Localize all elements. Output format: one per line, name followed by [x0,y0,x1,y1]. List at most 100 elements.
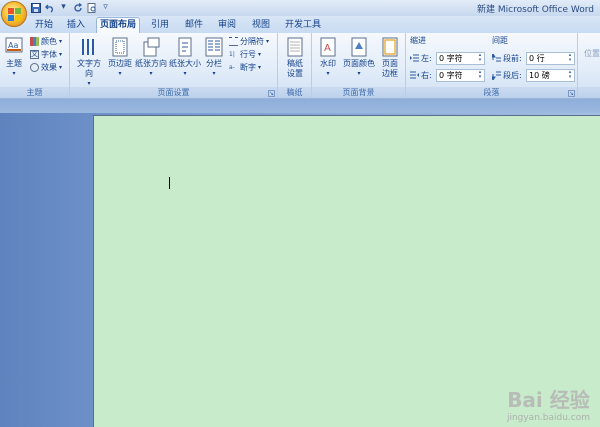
page-size-icon [176,37,194,57]
title-bar: ▾ ▿ 新建 Microsoft Office Word [0,0,600,16]
margins-icon [111,37,129,57]
spinner-arrows-icon[interactable]: ▴ ▾ [477,70,483,81]
indent-right-label: 右: [421,71,432,80]
tab-developer[interactable]: 开发工具 [282,18,324,33]
office-logo-icon [8,8,21,21]
watermark-button[interactable]: A 水印 ▾ [317,37,339,79]
font-a-icon: 文 [30,50,39,59]
position-label: 位置 [584,49,600,58]
customize-qat-icon[interactable]: ▿ [100,2,111,13]
spinner-arrows-icon[interactable]: ▴ ▾ [477,53,483,64]
manuscript-settings-button[interactable]: 稿纸 设置 [283,37,307,79]
theme-fonts-button[interactable]: 文 字体 ▾ [30,49,62,60]
text-direction-label: 文字方向 [77,59,101,78]
indent-left-label: 左: [421,54,432,63]
theme-colors-button[interactable]: 颜色 ▾ [30,36,62,47]
hyphenation-button[interactable]: a- 断字 ▾ [229,62,261,73]
manuscript-icon [286,37,304,57]
breaks-label: 分隔符 [240,37,264,46]
redo-icon[interactable] [72,2,83,13]
spacing-after-input[interactable]: 10 磅 ▴ ▾ [526,69,575,82]
text-direction-button[interactable]: 文字方向 ▾ [74,37,104,89]
watermark-sub-text: jingyan.baidu.com [506,413,590,423]
document-workspace: Bai 经验 jingyan.baidu.com [0,99,600,427]
group-label-page-background: 页面背景 [312,87,405,98]
watermark-icon: A [319,37,337,57]
themes-button[interactable]: Aa 主题 ▾ [3,37,25,79]
spinner-arrows-icon[interactable]: ▴ ▾ [567,70,573,81]
columns-button[interactable]: 分栏 ▾ [204,37,224,79]
page-borders-icon [381,37,399,57]
spinner-arrows-icon[interactable]: ▴ ▾ [567,53,573,64]
spacing-after-icon [490,71,501,81]
indent-right-input[interactable]: 0 字符 ▴ ▾ [436,69,485,82]
group-page-setup: 文字方向 ▾ 页边距 ▾ 纸张方向 ▾ 纸张大小 ▾ 分栏 ▾ 分隔符 ▾ 1|… [70,33,278,98]
save-icon[interactable] [30,2,41,13]
theme-effects-button[interactable]: 效果 ▾ [30,62,62,73]
tab-references[interactable]: 引用 [146,18,174,33]
margins-label: 页边距 [108,59,132,68]
page-color-button[interactable]: 页面颜色 ▾ [342,37,376,79]
spacing-before-icon [490,53,501,63]
spacing-after-label-row: 段后: [490,70,522,81]
spacing-after-value: 10 磅 [529,71,550,80]
line-numbers-icon: 1| [229,51,235,58]
tab-mailings[interactable]: 邮件 [180,18,208,33]
ribbon: Aa 主题 ▾ 颜色 ▾ 文 字体 ▾ 效果 ▾ 主题 文字方向 ▾ 页边距 ▾… [0,33,600,99]
spacing-after-label: 段后: [503,71,522,80]
tab-page-layout[interactable]: 页面布局 [96,17,140,33]
indent-left-label-row: 左: [410,53,432,64]
office-button[interactable] [1,1,27,27]
group-themes: Aa 主题 ▾ 颜色 ▾ 文 字体 ▾ 效果 ▾ 主题 [0,33,70,98]
orientation-label: 纸张方向 [135,59,167,68]
spacing-before-input[interactable]: 0 行 ▴ ▾ [526,52,575,65]
text-cursor [169,177,170,189]
page-setup-dialog-launcher-icon[interactable]: ↘ [268,90,275,97]
print-preview-icon[interactable] [86,2,97,13]
page-color-icon [350,37,368,57]
effects-icon [30,63,39,72]
theme-fonts-label: 字体 [41,50,57,59]
svg-text:Aa: Aa [8,41,18,50]
group-arrange: 位置 [578,33,600,98]
indent-right-label-row: 右: [410,70,432,81]
line-numbers-label: 行号 [240,50,256,59]
document-page[interactable]: Bai 经验 jingyan.baidu.com [93,115,600,427]
tab-home[interactable]: 开始 [30,18,58,33]
themes-label: 主题 [6,59,22,68]
breaks-button[interactable]: 分隔符 ▾ [229,36,269,47]
position-button[interactable]: 位置 [582,49,600,59]
line-numbers-button[interactable]: 1| 行号 ▾ [229,49,261,60]
tab-insert[interactable]: 插入 [62,18,90,33]
page-borders-button[interactable]: 页面 边框 [378,37,402,79]
theme-effects-label: 效果 [41,63,57,72]
spacing-header: 间距 [492,36,508,45]
margins-button[interactable]: 页边距 ▾ [107,37,133,79]
columns-icon [205,37,223,57]
paragraph-dialog-launcher-icon[interactable]: ↘ [568,90,575,97]
indent-left-input[interactable]: 0 字符 ▴ ▾ [436,52,485,65]
undo-dropdown-icon[interactable]: ▾ [58,2,69,13]
text-direction-icon [80,37,98,57]
undo-icon[interactable] [44,2,55,13]
watermark-label: 水印 [320,59,336,68]
orientation-button[interactable]: 纸张方向 ▾ [135,37,167,79]
chevron-down-icon: ▾ [212,70,216,77]
manuscript-label-line1: 稿纸 [287,59,303,68]
indent-right-value: 0 字符 [439,71,463,80]
hyphenation-label: 断字 [240,63,256,72]
ribbon-tab-bar: 开始 插入 页面布局 引用 邮件 审阅 视图 开发工具 [0,16,600,33]
chevron-down-icon: ▾ [326,70,330,77]
group-label-themes: 主题 [0,87,69,98]
chevron-down-icon: ▾ [12,70,16,77]
indent-left-icon [410,54,419,63]
chevron-down-icon: ▾ [149,70,153,77]
breaks-icon [229,37,238,46]
tab-review[interactable]: 审阅 [213,18,241,33]
tab-view[interactable]: 视图 [247,18,275,33]
page-borders-label-line1: 页面 [382,59,398,68]
manuscript-label-line2: 设置 [287,69,303,78]
spacing-before-label: 段前: [503,54,522,63]
quick-access-toolbar: ▾ ▿ [30,2,111,13]
page-size-button[interactable]: 纸张大小 ▾ [169,37,201,79]
